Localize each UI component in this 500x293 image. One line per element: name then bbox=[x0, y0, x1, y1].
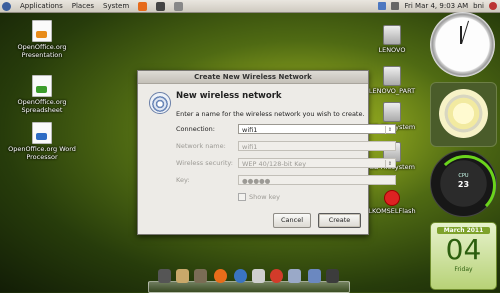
connection-value: wifi1 bbox=[242, 126, 258, 134]
create-wireless-dialog: Create New Wireless Network New wireless… bbox=[137, 70, 396, 235]
analog-clock-widget bbox=[430, 12, 495, 77]
sun-icon bbox=[439, 89, 488, 138]
weather-widget bbox=[430, 82, 497, 147]
connection-combo[interactable]: wifi1 ⇕ bbox=[238, 124, 396, 134]
drive-icon bbox=[383, 102, 401, 122]
top-panel: Applications Places System Fri Mar 4, 9:… bbox=[0, 0, 500, 13]
panel-tray: Fri Mar 4, 9:03 AM bni bbox=[373, 0, 497, 12]
security-label: Wireless security: bbox=[176, 159, 233, 167]
calendar-day: 04 bbox=[445, 233, 482, 266]
software-dock-icon[interactable] bbox=[308, 269, 321, 283]
cpu-value: 23 bbox=[457, 180, 470, 189]
files-dock-icon[interactable] bbox=[194, 269, 207, 283]
menu-system[interactable]: System bbox=[103, 2, 129, 10]
document-file-icon bbox=[32, 122, 52, 144]
show-key-label: Show key bbox=[249, 193, 280, 201]
desktop-icon-label: OpenOffice.org Presentation bbox=[17, 43, 67, 59]
browser-dock-icon[interactable] bbox=[234, 269, 247, 283]
connection-row: Connection: wifi1 ⇕ bbox=[176, 124, 396, 135]
mail-indicator-icon[interactable] bbox=[378, 2, 387, 10]
checkbox-box[interactable] bbox=[238, 193, 246, 201]
firefox-dock-icon[interactable] bbox=[214, 269, 227, 283]
drive-label: LENOVO bbox=[378, 46, 406, 54]
network-name-row: Network name: wifi1 bbox=[176, 141, 396, 152]
presentation-file-icon bbox=[32, 20, 52, 42]
desktop-icon-spreadsheet[interactable]: OpenOffice.org Spreadsheet bbox=[7, 75, 77, 114]
dialog-heading: New wireless network bbox=[176, 91, 282, 101]
network-indicator-icon[interactable] bbox=[391, 2, 400, 10]
calendar-widget: March 2011 04 Friday bbox=[430, 222, 497, 290]
desktop-icon-label: OpenOffice.org Spreadsheet bbox=[17, 98, 67, 114]
terminal-dock-icon[interactable] bbox=[326, 269, 339, 283]
media-dock-icon[interactable] bbox=[270, 269, 283, 283]
menu-applications[interactable]: Applications bbox=[20, 2, 63, 10]
network-name-label: Network name: bbox=[176, 142, 226, 150]
chevron-updown-icon: ⇕ bbox=[385, 126, 394, 134]
chat-dock-icon[interactable] bbox=[252, 269, 265, 283]
panel-menus: Applications Places System bbox=[2, 1, 192, 11]
panel-user[interactable]: bni bbox=[473, 2, 484, 10]
cancel-button[interactable]: Cancel bbox=[273, 213, 311, 228]
folder-dock-icon[interactable] bbox=[176, 269, 189, 283]
security-value: WEP 40/128-bit Key bbox=[242, 160, 307, 168]
dialog-titlebar[interactable]: Create New Wireless Network bbox=[138, 71, 368, 84]
desktop-icon-presentation[interactable]: OpenOffice.org Presentation bbox=[7, 20, 77, 59]
desktop-icon-word-processor[interactable]: OpenOffice.org Word Processor bbox=[7, 122, 77, 161]
chevron-updown-icon: ⇕ bbox=[385, 160, 394, 168]
drive-icon bbox=[383, 66, 401, 86]
calendar-weekday: Friday bbox=[454, 266, 473, 273]
clock-minute-hand bbox=[461, 20, 470, 44]
security-combo[interactable]: WEP 40/128-bit Key ⇕ bbox=[238, 158, 396, 168]
terminal-launcher-icon[interactable] bbox=[156, 1, 166, 11]
settings-dock-icon[interactable] bbox=[158, 269, 171, 283]
firefox-launcher-icon[interactable] bbox=[138, 1, 148, 11]
connection-label: Connection: bbox=[176, 125, 215, 133]
key-field[interactable]: ●●●●● bbox=[238, 175, 396, 185]
cpu-gauge-widget: CPU 23 bbox=[430, 150, 497, 217]
usb-drive-icon bbox=[384, 190, 400, 206]
mail-dock-icon[interactable] bbox=[288, 269, 301, 283]
dialog-description: Enter a name for the wireless network yo… bbox=[176, 110, 365, 118]
gnome-foot-icon[interactable] bbox=[2, 1, 11, 11]
security-row: Wireless security: WEP 40/128-bit Key ⇕ bbox=[176, 158, 396, 169]
menu-places[interactable]: Places bbox=[72, 2, 94, 10]
drive-icon bbox=[383, 25, 401, 45]
desktop-icon-label: OpenOffice.org Word Processor bbox=[8, 145, 76, 161]
network-name-field[interactable]: wifi1 bbox=[238, 141, 396, 151]
app-launcher-icon[interactable] bbox=[174, 1, 184, 11]
key-label: Key: bbox=[176, 176, 190, 184]
create-button[interactable]: Create bbox=[318, 213, 361, 228]
dock bbox=[148, 267, 350, 293]
key-row: Key: ●●●●● bbox=[176, 175, 396, 186]
cpu-label: CPU bbox=[458, 173, 469, 179]
panel-clock[interactable]: Fri Mar 4, 9:03 AM bbox=[404, 2, 468, 10]
show-key-checkbox[interactable]: Show key bbox=[238, 193, 280, 201]
spreadsheet-file-icon bbox=[32, 75, 52, 97]
power-icon[interactable] bbox=[489, 2, 497, 10]
wireless-network-icon bbox=[149, 92, 171, 114]
drive-lenovo[interactable]: LENOVO bbox=[357, 25, 427, 54]
